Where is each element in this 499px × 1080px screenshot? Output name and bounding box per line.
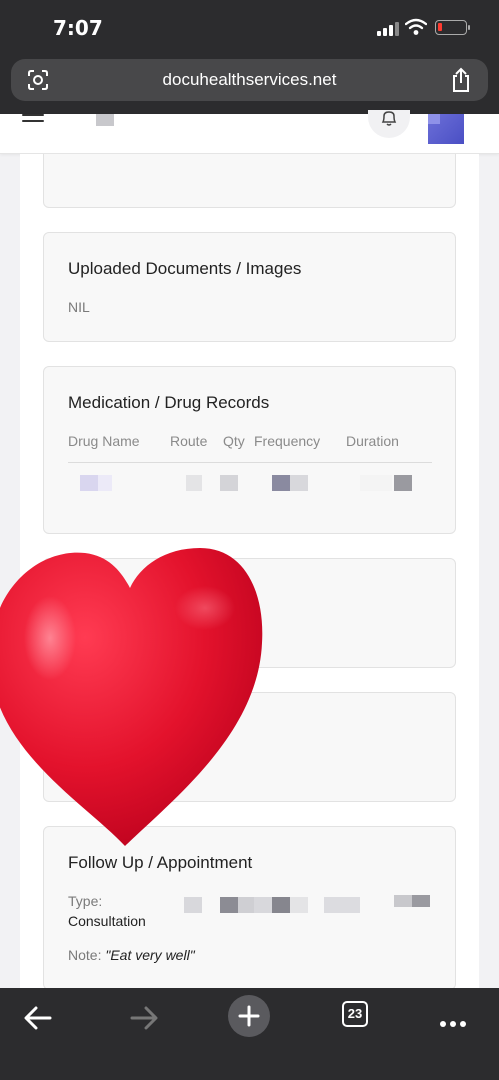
app-header	[0, 110, 499, 154]
signal-icon	[377, 22, 399, 36]
bell-icon	[381, 111, 397, 126]
redacted-block	[96, 114, 114, 126]
medication-card: Medication / Drug Records Drug Name Rout…	[43, 366, 456, 534]
col-duration: Duration	[346, 433, 399, 449]
menu-icon[interactable]	[22, 114, 44, 128]
wifi-icon	[405, 18, 427, 35]
uploads-value: NIL	[68, 299, 90, 315]
medication-table-header: Drug Name Route Qty Frequency Duration	[68, 433, 432, 463]
browser-bottom-toolbar: 23	[0, 988, 499, 1080]
more-icon[interactable]	[433, 998, 473, 1038]
follow-up-type-value: Consultation	[68, 913, 146, 929]
uploads-card: Uploaded Documents / Images NIL	[43, 232, 456, 342]
heart-sticker	[0, 548, 263, 846]
browser-top-chrome: 7:07 docuhealthservices.net	[0, 0, 499, 114]
back-arrow-icon[interactable]	[18, 998, 58, 1038]
status-time: 7:07	[53, 16, 103, 40]
medication-row-redacted	[68, 475, 432, 495]
medication-title: Medication / Drug Records	[68, 393, 270, 412]
follow-up-title: Follow Up / Appointment	[68, 853, 253, 872]
follow-up-note-label: Note:	[68, 947, 102, 963]
col-qty: Qty	[223, 433, 245, 449]
col-route: Route	[170, 433, 208, 449]
tabs-button[interactable]: 23	[342, 1001, 368, 1027]
follow-up-type-label: Type:	[68, 893, 103, 909]
col-drug-name: Drug Name	[68, 433, 140, 449]
uploads-title: Uploaded Documents / Images	[68, 259, 302, 278]
previous-card	[43, 154, 456, 208]
plus-icon	[238, 1005, 260, 1027]
col-frequency: Frequency	[254, 433, 321, 449]
notifications-button[interactable]	[368, 110, 410, 138]
follow-up-note-value: "Eat very well"	[105, 947, 195, 963]
follow-up-note: Note: "Eat very well"	[68, 947, 195, 963]
battery-icon	[435, 20, 470, 35]
address-bar[interactable]: docuhealthservices.net	[11, 59, 488, 101]
follow-up-redacted	[184, 895, 434, 915]
new-tab-button[interactable]	[228, 995, 270, 1037]
share-icon[interactable]	[450, 67, 472, 93]
avatar[interactable]	[428, 114, 464, 144]
follow-up-card: Follow Up / Appointment Type: Consultati…	[43, 826, 456, 988]
forward-arrow-icon[interactable]	[124, 998, 164, 1038]
url-text[interactable]: docuhealthservices.net	[11, 70, 488, 90]
